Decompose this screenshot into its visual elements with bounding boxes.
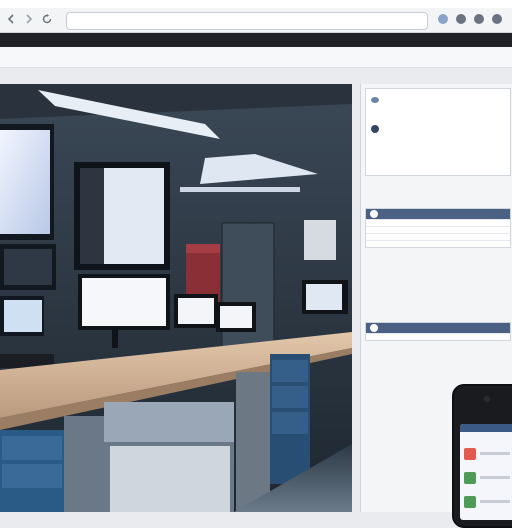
phone-screen (460, 424, 512, 520)
phone-item-icon[interactable] (464, 496, 476, 508)
monitor-center (74, 162, 170, 348)
menu-icon[interactable] (492, 14, 502, 24)
phone-item-icon[interactable] (464, 448, 476, 460)
bookmarks-bar (0, 47, 512, 68)
office-scene-image (0, 84, 352, 512)
preview-dot-icon (371, 125, 379, 133)
card-icon (370, 210, 378, 218)
forward-button[interactable] (22, 12, 36, 26)
card-icon (370, 324, 378, 332)
smartphone (452, 384, 512, 528)
summary-card-header (366, 323, 510, 333)
address-bar[interactable] (66, 12, 428, 30)
details-card (365, 208, 511, 248)
back-arrow-icon (5, 10, 17, 29)
phone-item-line (480, 500, 510, 503)
preview-card (365, 88, 511, 176)
phone-item-line (480, 476, 510, 479)
detail-row (366, 226, 510, 233)
preview-dot-icon (371, 97, 379, 103)
extension-icon[interactable] (438, 14, 448, 24)
forward-arrow-icon (23, 10, 35, 29)
detail-row (366, 219, 510, 226)
reload-icon (41, 10, 53, 29)
bookmark-star-icon[interactable] (456, 14, 466, 24)
phone-item-icon[interactable] (464, 472, 476, 484)
details-card-header (366, 209, 510, 219)
back-button[interactable] (4, 12, 18, 26)
reload-button[interactable] (40, 12, 54, 26)
phone-item-line (480, 452, 510, 455)
summary-row (366, 333, 510, 340)
summary-card (365, 322, 511, 341)
camera-icon (484, 396, 490, 402)
profile-icon[interactable] (474, 14, 484, 24)
tab-strip (0, 33, 512, 47)
detail-row (366, 240, 510, 247)
detail-row (366, 233, 510, 240)
browser-toolbar (0, 8, 512, 33)
phone-app-bar (460, 424, 512, 432)
